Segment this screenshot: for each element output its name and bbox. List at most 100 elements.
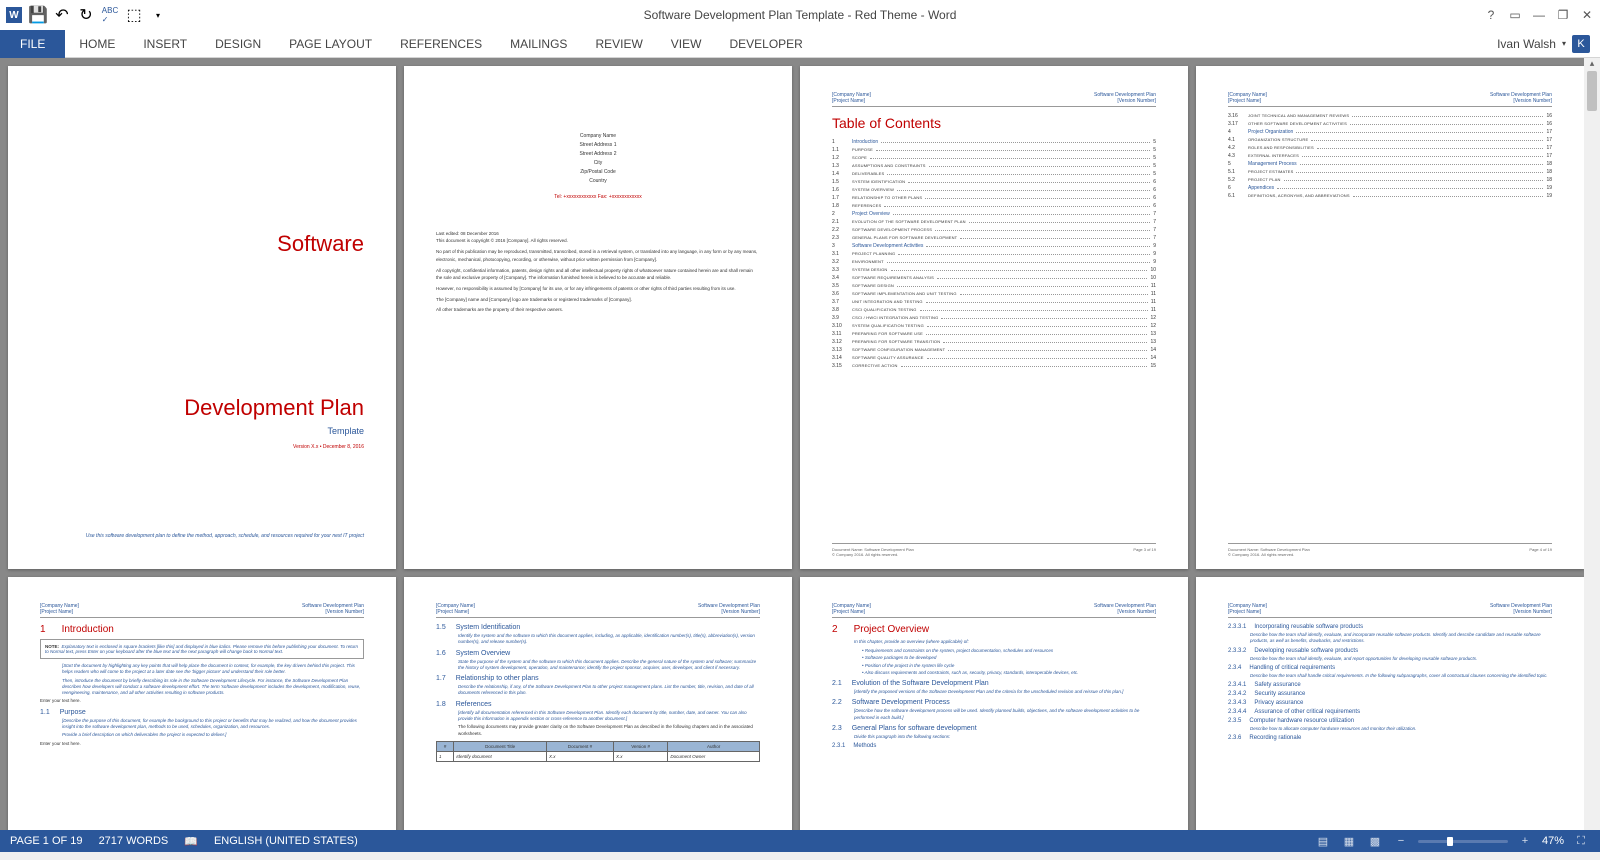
page-5: [Company Name][Project Name] Software De… bbox=[8, 577, 396, 830]
user-account[interactable]: Ivan Walsh ▾ K bbox=[1487, 35, 1600, 53]
toc-entry[interactable]: 3.17OTHER SOFTWARE DEVELOPMENT ACTIVITIE… bbox=[1228, 121, 1552, 127]
developer-tab[interactable]: DEVELOPER bbox=[715, 30, 816, 58]
toc-entry[interactable]: 3.10SYSTEM QUALIFICATION TESTING12 bbox=[832, 323, 1156, 329]
file-tab[interactable]: FILE bbox=[0, 30, 65, 58]
toc-entry[interactable]: 3.4SOFTWARE REQUIREMENTS ANALYSIS10 bbox=[832, 275, 1156, 281]
restore-button[interactable]: ❐ bbox=[1556, 8, 1570, 22]
toc-entry[interactable]: 5.1PROJECT ESTIMATES18 bbox=[1228, 169, 1552, 175]
toc-leader bbox=[884, 203, 1150, 207]
ribbon-display-icon[interactable]: ▭ bbox=[1508, 8, 1522, 22]
toc-entry[interactable]: 3.16JOINT TECHNICAL AND MANAGEMENT REVIE… bbox=[1228, 113, 1552, 119]
toc-entry[interactable]: 1.3ASSUMPTIONS AND CONSTRAINTS5 bbox=[832, 163, 1156, 169]
save-icon[interactable]: 💾 bbox=[30, 7, 46, 23]
word-count[interactable]: 2717 WORDS bbox=[99, 835, 169, 847]
toc-entry[interactable]: 1.2SCOPE5 bbox=[832, 155, 1156, 161]
references-tab[interactable]: REFERENCES bbox=[386, 30, 496, 58]
fit-page-icon[interactable]: ⛶ bbox=[1572, 834, 1590, 848]
heading-recording: 2.3.6Recording rationale bbox=[1228, 735, 1552, 741]
toc-entry[interactable]: 3.3SYSTEM DESIGN10 bbox=[832, 267, 1156, 273]
home-tab[interactable]: HOME bbox=[65, 30, 129, 58]
toc-entry[interactable]: 2.1EVOLUTION OF THE SOFTWARE DEVELOPMENT… bbox=[832, 219, 1156, 225]
toc-entry[interactable]: 1.8REFERENCES6 bbox=[832, 203, 1156, 209]
toc-entry[interactable]: 2Project Overview7 bbox=[832, 211, 1156, 217]
toc-entry[interactable]: 3.2ENVIRONMENT9 bbox=[832, 259, 1156, 265]
close-button[interactable]: ✕ bbox=[1580, 8, 1594, 22]
page-indicator[interactable]: PAGE 1 OF 19 bbox=[10, 835, 83, 847]
toc-entry[interactable]: 3.14SOFTWARE QUALITY ASSURANCE14 bbox=[832, 355, 1156, 361]
toc-entry[interactable]: 1.6SYSTEM OVERVIEW6 bbox=[832, 187, 1156, 193]
page-header: [Company Name][Project Name] Software De… bbox=[1228, 92, 1552, 107]
toc-entry[interactable]: 1.4DELIVERABLES5 bbox=[832, 171, 1156, 177]
redo-icon[interactable]: ↻ bbox=[78, 7, 94, 23]
body-crit: Describe how the team shall handle criti… bbox=[1250, 673, 1552, 679]
design-tab[interactable]: DESIGN bbox=[201, 30, 275, 58]
toc-number: 3.9 bbox=[832, 315, 852, 321]
toc-number: 4.1 bbox=[1228, 137, 1248, 143]
toc-leader bbox=[927, 355, 1148, 359]
zoom-out-button[interactable]: − bbox=[1392, 834, 1410, 848]
qat-dropdown-icon[interactable]: ▾ bbox=[150, 7, 166, 23]
h-text: Developing reusable software products bbox=[1254, 648, 1358, 654]
proofing-icon[interactable]: 📖 bbox=[184, 835, 198, 848]
toc-entry[interactable]: 2.3GENERAL PLANS FOR SOFTWARE DEVELOPMEN… bbox=[832, 235, 1156, 241]
zoom-slider[interactable] bbox=[1418, 840, 1508, 843]
undo-icon[interactable]: ↶ bbox=[54, 7, 70, 23]
mailings-tab[interactable]: MAILINGS bbox=[496, 30, 581, 58]
toc-entry[interactable]: 6Appendices19 bbox=[1228, 185, 1552, 191]
document-canvas[interactable]: Software Development Plan Template Versi… bbox=[0, 58, 1600, 830]
toc-entry[interactable]: 1.7RELATIONSHIP TO OTHER PLANS6 bbox=[832, 195, 1156, 201]
hdr-project: [Project Name] bbox=[1228, 98, 1267, 104]
zoom-slider-thumb[interactable] bbox=[1447, 837, 1453, 846]
toc-entry[interactable]: 4.1ORGANIZATION STRUCTURE17 bbox=[1228, 137, 1552, 143]
toc-entry[interactable]: 4.2ROLES AND RESPONSIBILITIES17 bbox=[1228, 145, 1552, 151]
toc-entry[interactable]: 3.7UNIT INTEGRATION AND TESTING11 bbox=[832, 299, 1156, 305]
h-num: 1.6 bbox=[436, 650, 446, 657]
minimize-button[interactable]: — bbox=[1532, 8, 1546, 22]
toc-entry[interactable]: 3.12PREPARING FOR SOFTWARE TRANSITION13 bbox=[832, 339, 1156, 345]
zoom-level[interactable]: 47% bbox=[1542, 835, 1564, 847]
toc-entry[interactable]: 4Project Organization17 bbox=[1228, 129, 1552, 135]
toc-leader bbox=[927, 323, 1148, 327]
th-num: # bbox=[437, 741, 454, 751]
toc-entry[interactable]: 4.3EXTERNAL INTERFACES17 bbox=[1228, 153, 1552, 159]
toc-entry[interactable]: 3.11PREPARING FOR SOFTWARE USE13 bbox=[832, 331, 1156, 337]
toc-entry[interactable]: 5Management Process18 bbox=[1228, 161, 1552, 167]
toc-entry[interactable]: 3.15CORRECTIVE ACTION15 bbox=[832, 363, 1156, 369]
toc-entry[interactable]: 6.1DEFINITIONS, ACRONYMS, AND ABBREVIATI… bbox=[1228, 193, 1552, 199]
toc-number: 2.3 bbox=[832, 235, 852, 241]
language-indicator[interactable]: ENGLISH (UNITED STATES) bbox=[214, 835, 358, 847]
toc-entry[interactable]: 3.13SOFTWARE CONFIGURATION MANAGEMENT14 bbox=[832, 347, 1156, 353]
spellcheck-icon[interactable]: ABC✓ bbox=[102, 7, 118, 23]
web-layout-icon[interactable]: ▩ bbox=[1366, 834, 1384, 848]
toc-text: PROJECT PLANNING bbox=[852, 251, 895, 256]
toc-leader bbox=[1350, 121, 1543, 125]
toc-entry[interactable]: 5.2PROJECT PLAN18 bbox=[1228, 177, 1552, 183]
toc-entry[interactable]: 3.9CSCI / HWCI INTEGRATION AND TESTING12 bbox=[832, 315, 1156, 321]
word-logo-icon[interactable]: W bbox=[6, 7, 22, 23]
zoom-in-button[interactable]: + bbox=[1516, 834, 1534, 848]
scroll-thumb[interactable] bbox=[1587, 71, 1597, 111]
toc-entry[interactable]: 2.2SOFTWARE DEVELOPMENT PROCESS7 bbox=[832, 227, 1156, 233]
help-icon[interactable]: ? bbox=[1484, 8, 1498, 22]
vertical-scrollbar[interactable]: ▴ bbox=[1584, 58, 1600, 830]
toc-entry[interactable]: 3.6SOFTWARE IMPLEMENTATION AND UNIT TEST… bbox=[832, 291, 1156, 297]
toc-entry[interactable]: 1.5SYSTEM IDENTIFICATION6 bbox=[832, 179, 1156, 185]
insert-tab[interactable]: INSERT bbox=[129, 30, 201, 58]
toc-entry[interactable]: 3.5SOFTWARE DESIGN11 bbox=[832, 283, 1156, 289]
print-layout-icon[interactable]: ▦ bbox=[1340, 834, 1358, 848]
h-num: 2.3.5 bbox=[1228, 718, 1241, 724]
page-layout-tab[interactable]: PAGE LAYOUT bbox=[275, 30, 386, 58]
view-tab[interactable]: VIEW bbox=[657, 30, 716, 58]
toc-number: 4.3 bbox=[1228, 153, 1248, 159]
toc-entry[interactable]: 1.1PURPOSE5 bbox=[832, 147, 1156, 153]
doc-version: Version X.x • December 8, 2016 bbox=[40, 444, 364, 450]
toc-entry[interactable]: 3.8CSCI QUALIFICATION TESTING11 bbox=[832, 307, 1156, 313]
purpose-para2: Provide a brief description on which del… bbox=[62, 732, 364, 738]
touch-mode-icon[interactable]: ⬚ bbox=[126, 7, 142, 23]
read-mode-icon[interactable]: ▤ bbox=[1314, 834, 1332, 848]
toc-entry[interactable]: 1Introduction5 bbox=[832, 139, 1156, 145]
toc-entry[interactable]: 3Software Development Activities9 bbox=[832, 243, 1156, 249]
review-tab[interactable]: REVIEW bbox=[581, 30, 656, 58]
toc-entry[interactable]: 3.1PROJECT PLANNING9 bbox=[832, 251, 1156, 257]
enter-text: Enter your text here. bbox=[40, 741, 364, 747]
